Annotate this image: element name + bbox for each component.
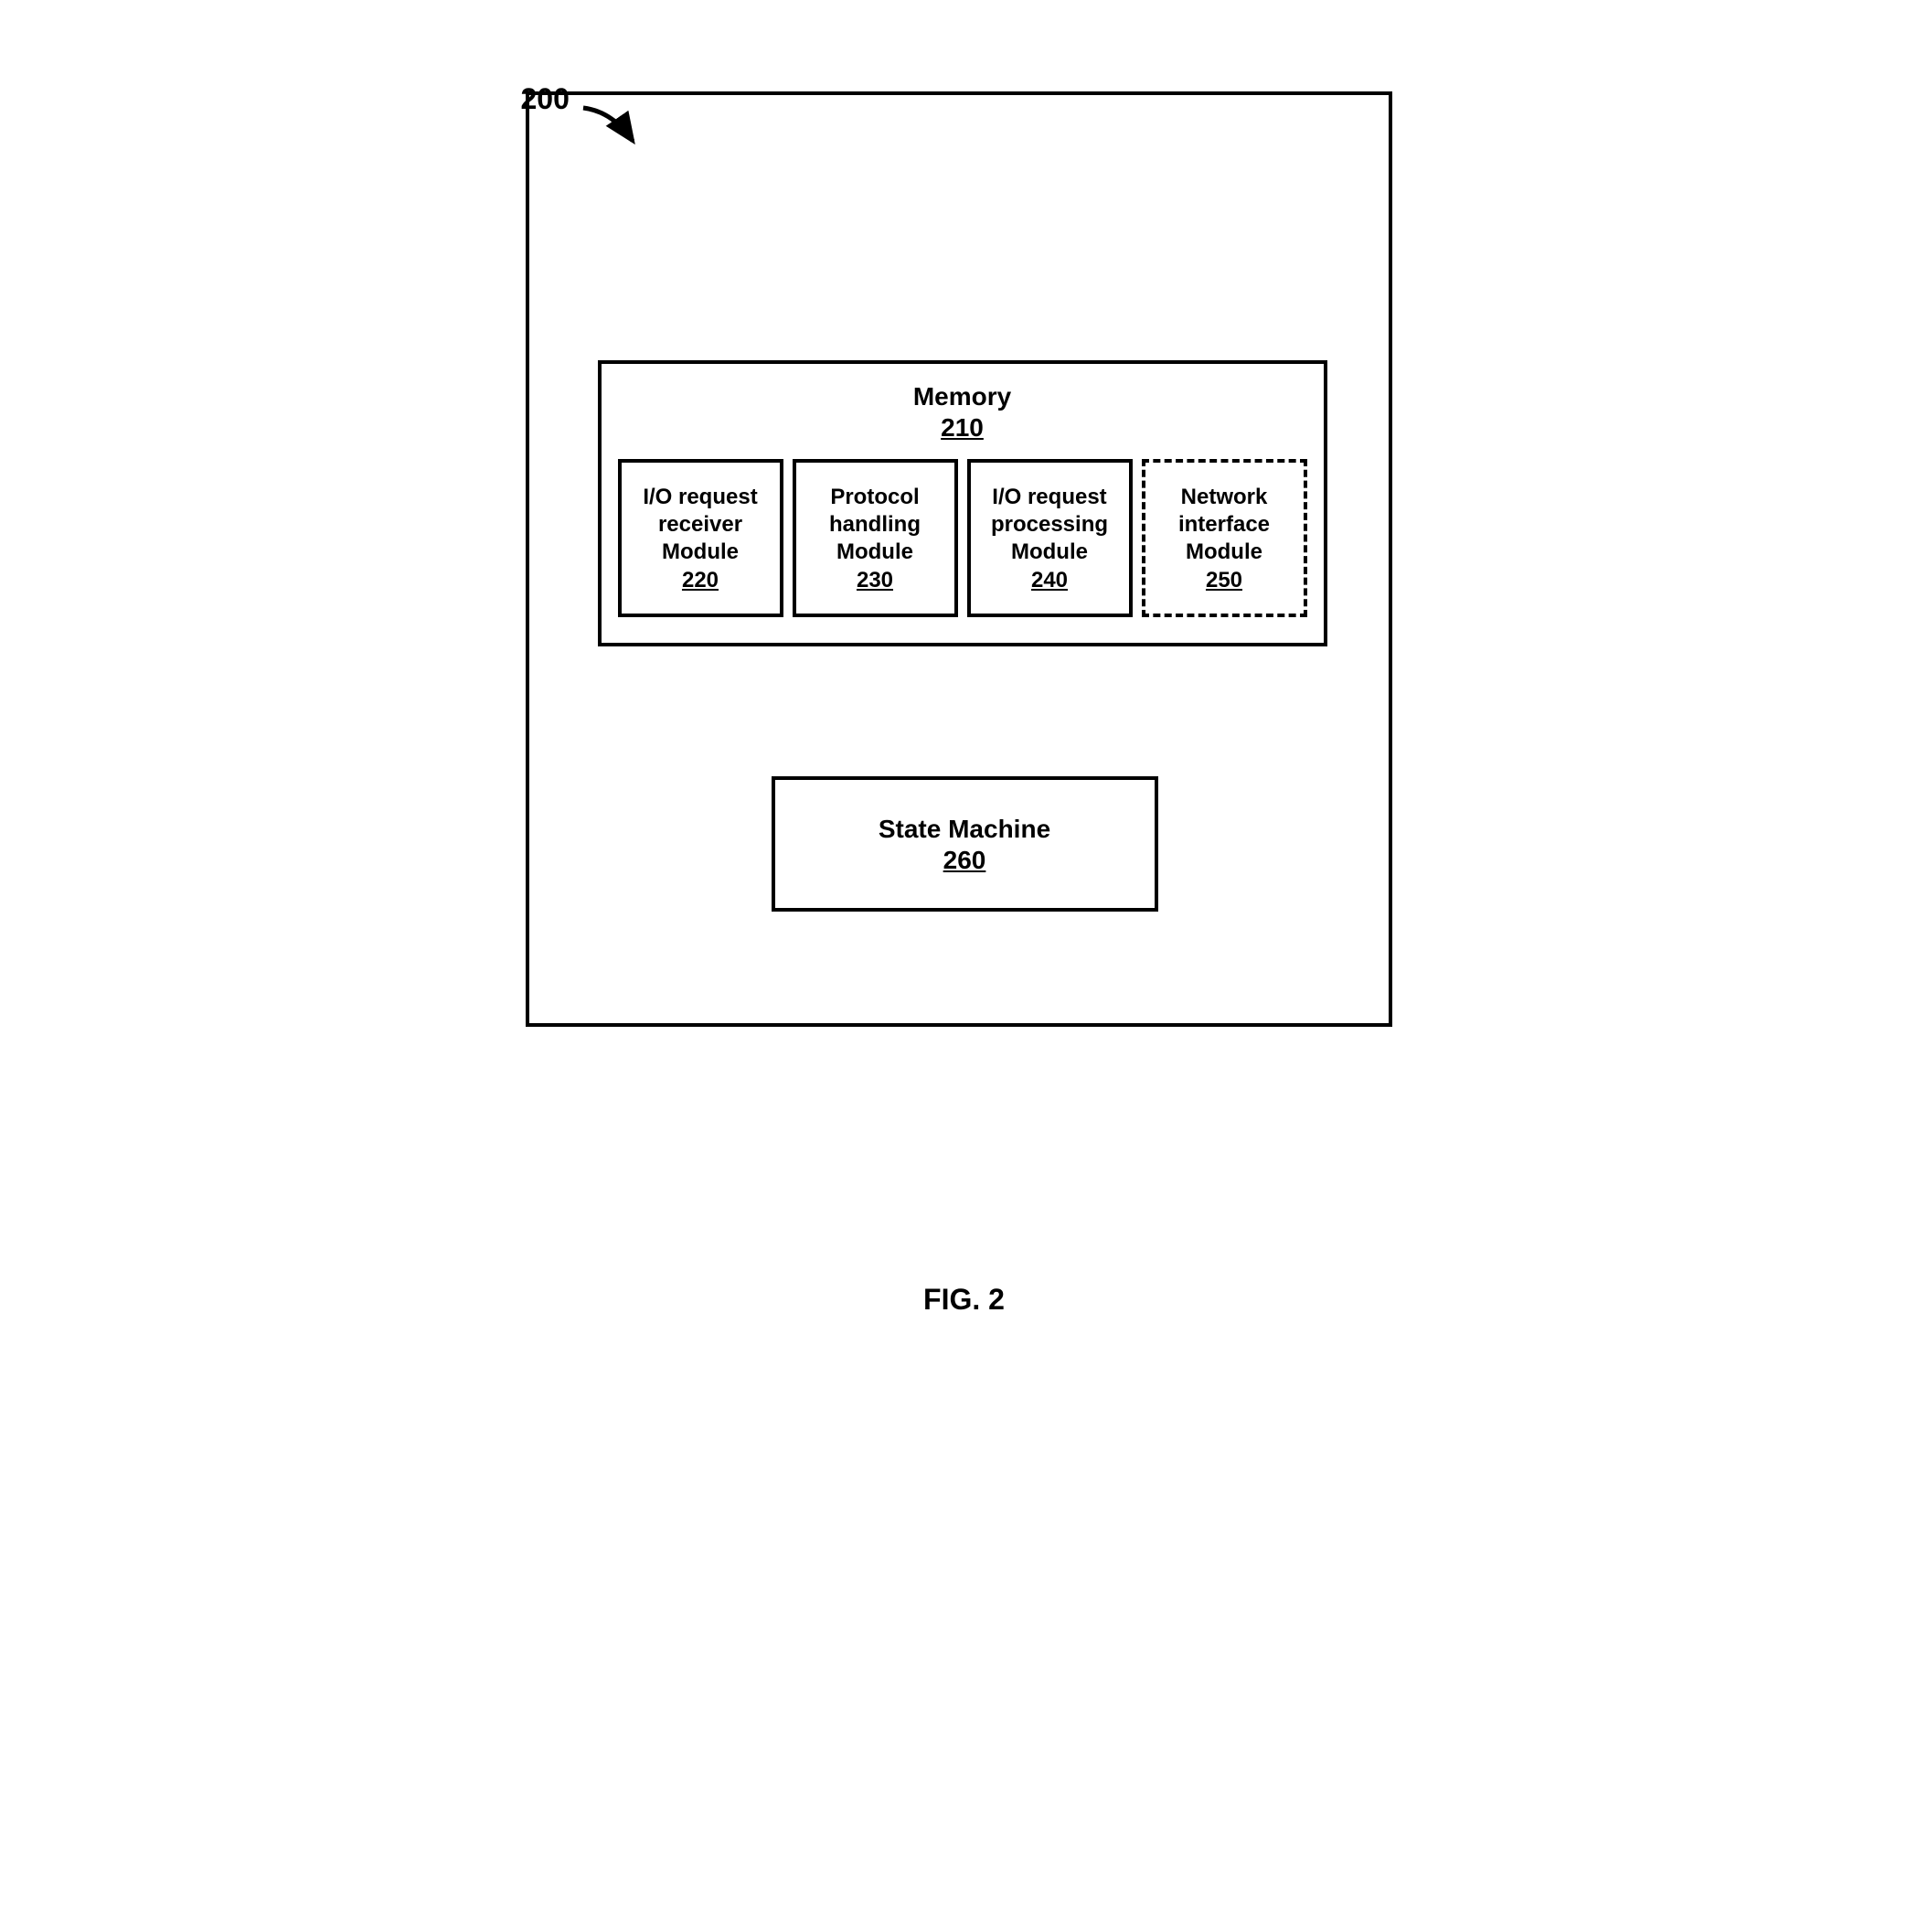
system-outer-box: Memory 210 I/O request receiver Module 2…	[526, 91, 1392, 1027]
module-label: I/O request processing Module	[991, 484, 1108, 566]
modules-row: I/O request receiver Module 220 Protocol…	[602, 459, 1324, 617]
io-request-receiver-module: I/O request receiver Module 220	[618, 459, 783, 617]
memory-ref-number: 210	[602, 413, 1324, 443]
diagram-container: 200 Memory 210 I/O request receiver Modu…	[526, 91, 1403, 1317]
module-label: Network interface Module	[1178, 484, 1270, 566]
network-interface-module: Network interface Module 250	[1142, 459, 1307, 617]
memory-title: Memory	[602, 380, 1324, 413]
module-ref-number: 230	[857, 568, 893, 593]
module-ref-number: 220	[682, 568, 719, 593]
module-label: I/O request receiver Module	[643, 484, 757, 566]
io-request-processing-module: I/O request processing Module 240	[967, 459, 1133, 617]
memory-box: Memory 210 I/O request receiver Module 2…	[598, 360, 1327, 646]
state-machine-box: State Machine 260	[772, 776, 1158, 912]
module-label: Protocol handling Module	[829, 484, 921, 566]
state-machine-ref-number: 260	[943, 846, 986, 875]
protocol-handling-module: Protocol handling Module 230	[793, 459, 958, 617]
state-machine-title: State Machine	[879, 813, 1050, 846]
module-ref-number: 250	[1206, 568, 1242, 593]
figure-caption: FIG. 2	[526, 1283, 1403, 1317]
module-ref-number: 240	[1031, 568, 1068, 593]
